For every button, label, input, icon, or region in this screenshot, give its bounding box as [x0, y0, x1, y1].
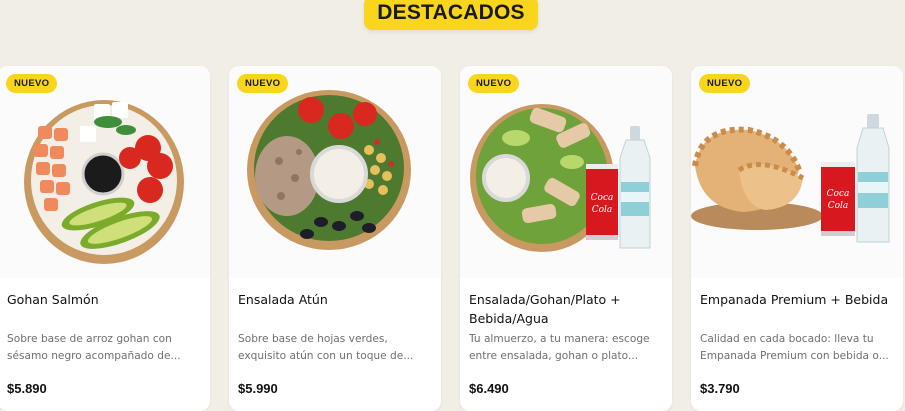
product-title[interactable]: Ensalada Atún	[238, 290, 434, 309]
salad-drinks-combo-illustration: Coca Cola	[470, 104, 651, 252]
new-badge: NUEVO	[237, 74, 289, 93]
product-card-gohan-salmon[interactable]: NUEVO Gohan Salmón Sobre base de arroz g…	[0, 66, 210, 411]
svg-text:Coca: Coca	[827, 189, 850, 199]
product-description: Tu almuerzo, a tu manera: escoge entre e…	[469, 333, 650, 362]
product-price: $5.990	[238, 381, 278, 396]
product-price: $6.490	[469, 381, 509, 396]
product-image[interactable]	[0, 66, 210, 278]
product-title[interactable]: Ensalada/Gohan/Plato + Bebida/Agua	[469, 290, 665, 328]
product-title[interactable]: Gohan Salmón	[7, 290, 203, 309]
product-card-empanada-premium[interactable]: Coca Cola NUEVO Empanada Premium + Bebid…	[691, 66, 903, 411]
product-description: Sobre base de hojas verdes, exquisito at…	[238, 333, 414, 362]
product-card-ensalada-atun[interactable]: NUEVO Ensalada Atún Sobre base de hojas …	[229, 66, 441, 411]
product-price: $5.890	[7, 381, 47, 396]
product-description: Sobre base de arroz gohan con sésamo neg…	[7, 333, 181, 362]
empanada-drinks-illustration: Coca Cola	[691, 114, 890, 243]
new-badge: NUEVO	[6, 74, 58, 93]
new-badge: NUEVO	[699, 74, 751, 93]
svg-text:Cola: Cola	[828, 201, 849, 211]
product-price: $3.790	[700, 381, 740, 396]
product-title[interactable]: Empanada Premium + Bebida	[700, 290, 896, 309]
salmon-bowl-illustration	[24, 100, 184, 264]
product-card-combo-bebida-agua[interactable]: Coca Cola NUEVO Ensalada/Gohan/Plato + B…	[460, 66, 672, 411]
tuna-salad-bowl-illustration	[247, 90, 411, 250]
new-badge: NUEVO	[468, 74, 520, 93]
svg-text:Coca: Coca	[591, 193, 614, 203]
section-title: DESTACADOS	[364, 0, 538, 30]
product-image[interactable]: Coca Cola	[460, 66, 672, 278]
svg-text:Cola: Cola	[592, 205, 613, 215]
product-image[interactable]	[229, 66, 441, 278]
product-description: Calidad en cada bocado: lleva tu Empanad…	[700, 333, 889, 362]
product-image[interactable]: Coca Cola	[691, 66, 903, 278]
